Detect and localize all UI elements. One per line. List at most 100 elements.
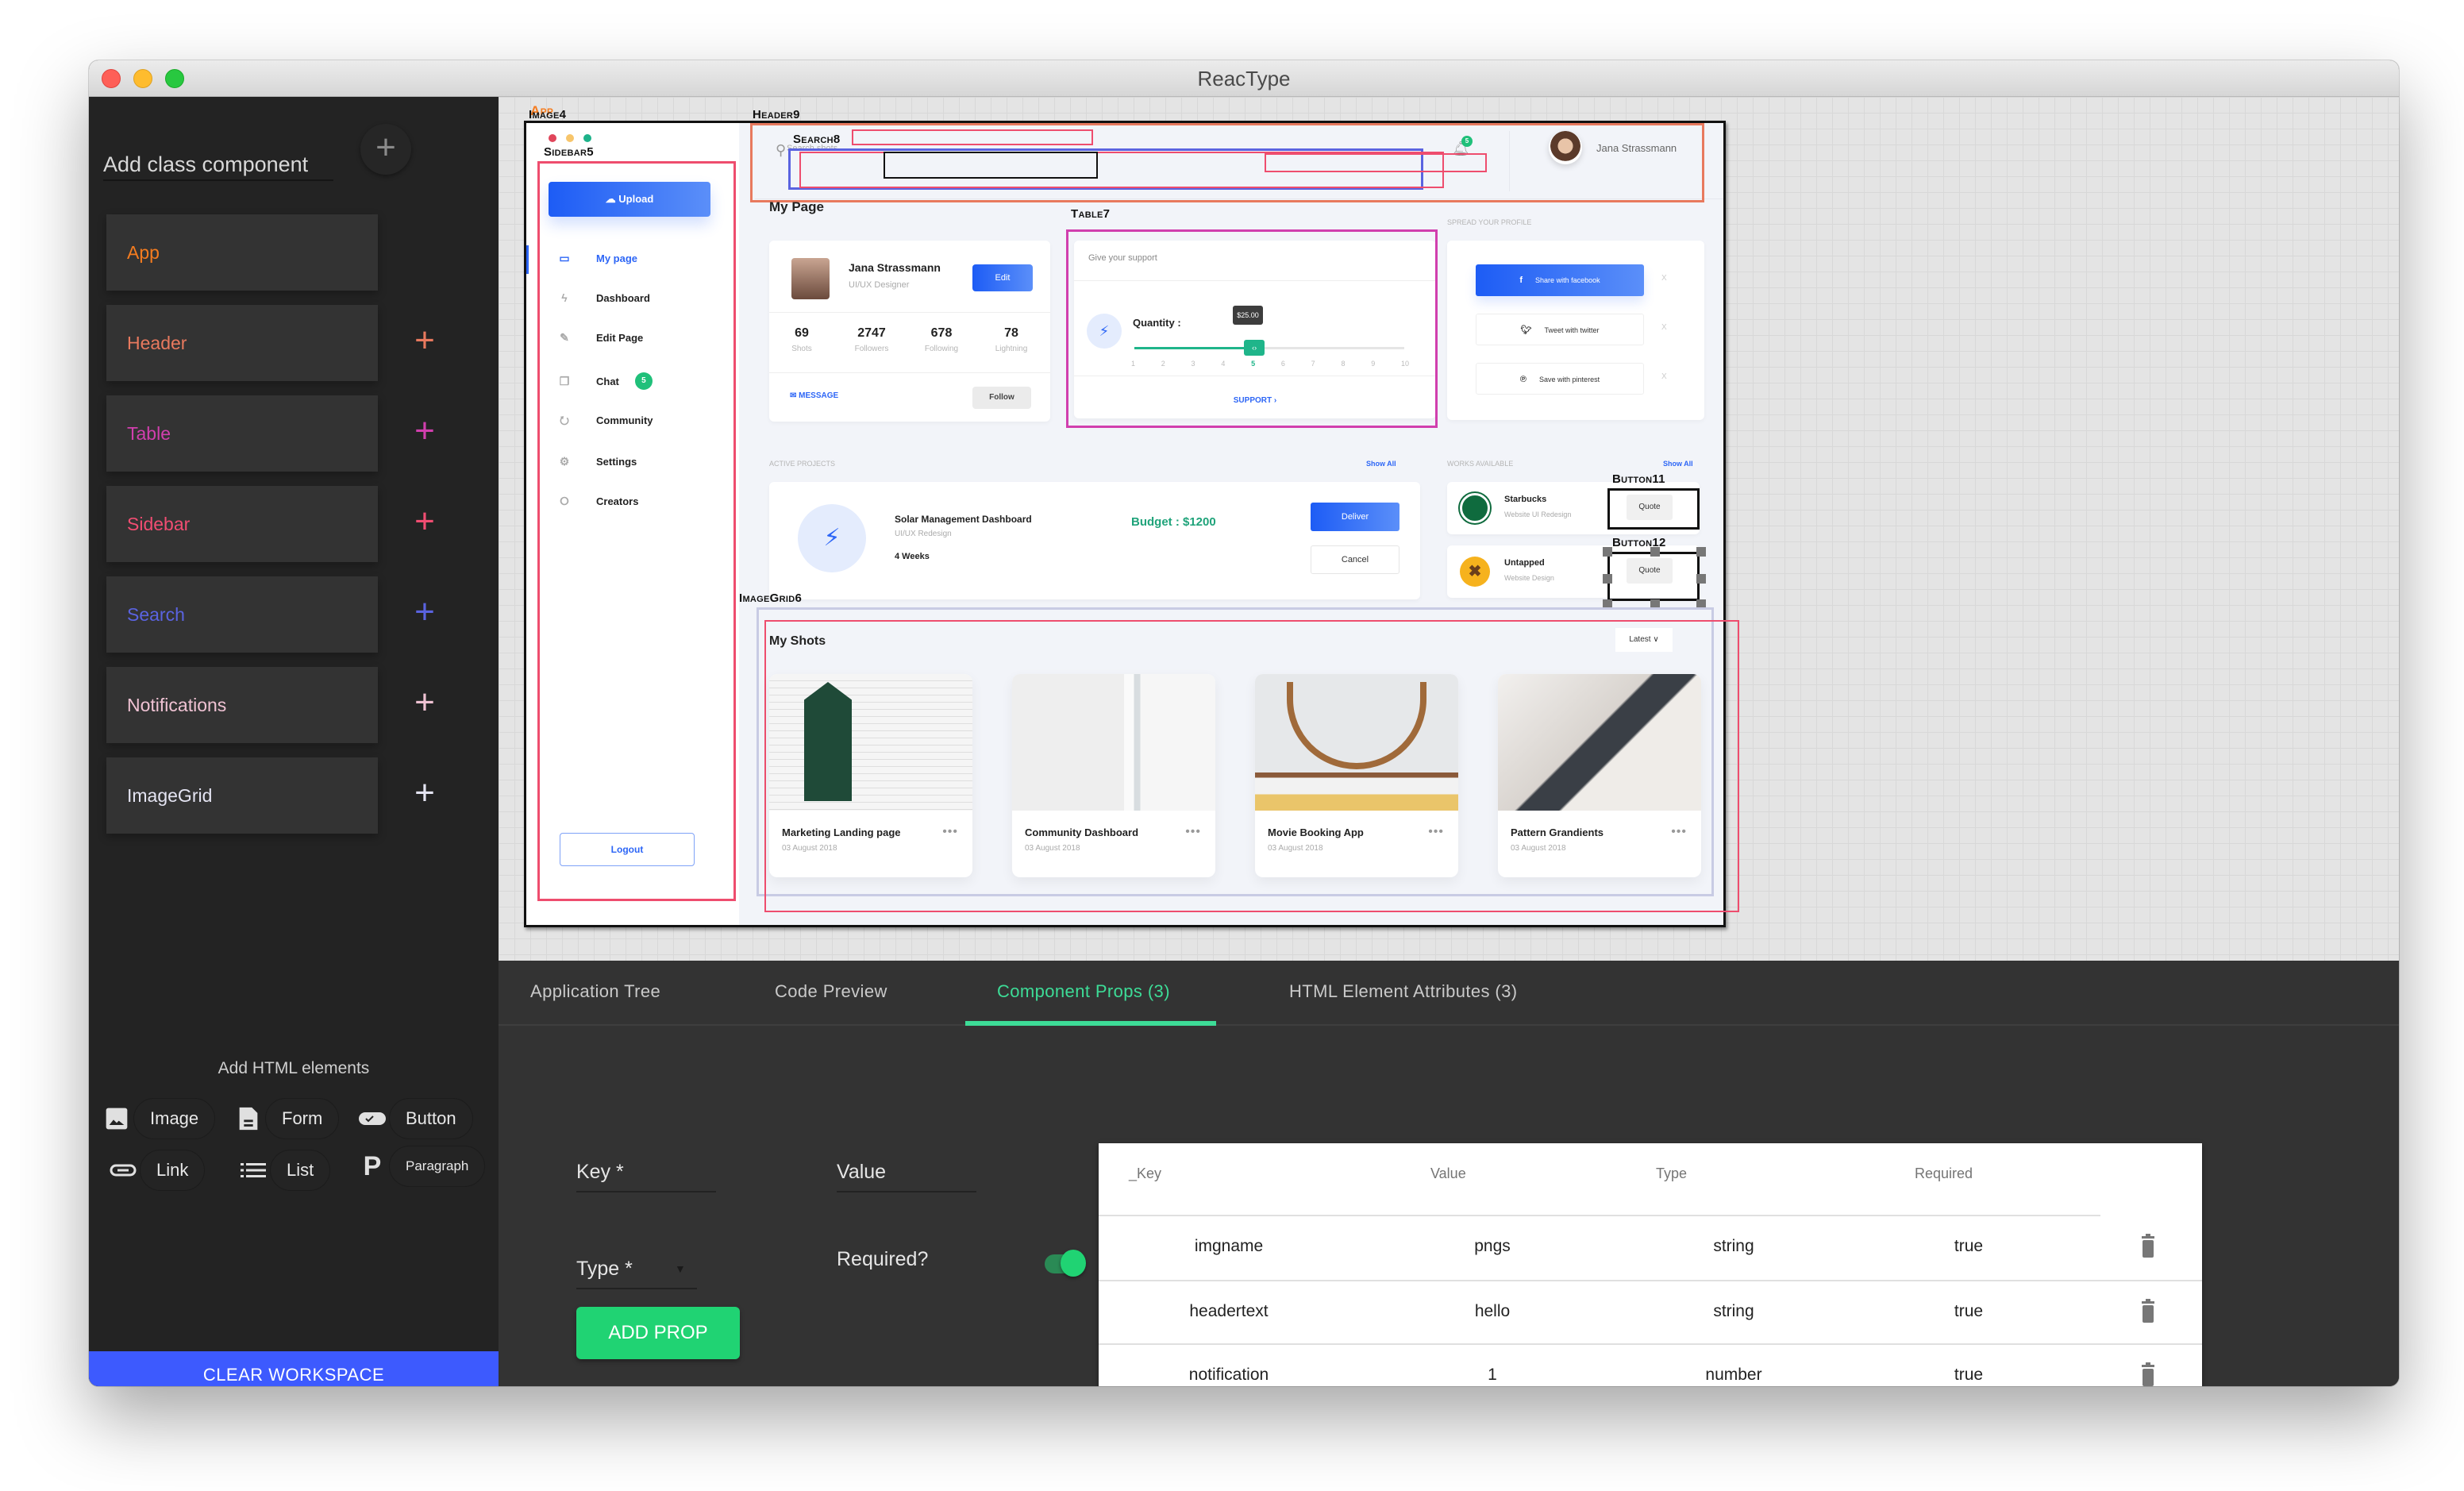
work-name: Untapped (1504, 558, 1545, 568)
component-item-header[interactable]: Header (106, 305, 378, 381)
spread-facebook-button[interactable]: f Share with facebook (1476, 264, 1644, 296)
spread-twitter-button[interactable]: 🐦︎ Tweet with twitter (1476, 314, 1644, 345)
shot-image (1012, 674, 1215, 811)
props-table-row: headertext hello string true (1099, 1280, 2202, 1343)
props-table-row: imgname pngs string true (1099, 1216, 2202, 1280)
list-icon (240, 1157, 267, 1184)
add-class-component-button[interactable]: + (360, 124, 411, 175)
dropdown-arrow-icon: ▼ (675, 1262, 686, 1275)
delete-prop-button[interactable] (2140, 1299, 2156, 1323)
html-element-form[interactable]: Form (235, 1097, 340, 1140)
work-subtitle: Website Design (1504, 574, 1554, 582)
resize-handle[interactable] (1650, 547, 1660, 557)
tab-application-tree[interactable]: Application Tree (530, 981, 660, 1002)
component-item-search[interactable]: Search (106, 576, 378, 653)
html-element-paragraph[interactable]: P Paragraph (359, 1145, 486, 1188)
button-chip[interactable]: Button (389, 1098, 473, 1139)
add-component-instance-button[interactable]: + (411, 595, 438, 630)
stat-value: 678 (930, 326, 953, 340)
follow-button[interactable]: Follow (972, 387, 1031, 409)
props-table: _Key Value Type Required imgname pngs stri… (1099, 1143, 2202, 1386)
button12-selection[interactable] (1607, 552, 1700, 601)
tab-component-props[interactable]: Component Props (3) (997, 981, 1170, 1002)
horns (1287, 682, 1426, 769)
html-element-list[interactable]: List (240, 1149, 331, 1192)
html-element-button[interactable]: Button (359, 1097, 473, 1140)
type-select[interactable]: Type * ▼ (576, 1253, 697, 1289)
sort-dropdown[interactable]: Latest ∨ (1615, 628, 1673, 652)
works-show-all[interactable]: Show All (1663, 460, 1693, 468)
close-icon[interactable]: X (1661, 274, 1667, 283)
add-component-instance-button[interactable]: + (411, 414, 438, 449)
shot-date: 03 August 2018 (782, 844, 837, 853)
resize-handle[interactable] (1603, 547, 1612, 557)
link-icon (110, 1157, 137, 1184)
component-item-table[interactable]: Table (106, 395, 378, 472)
close-icon[interactable]: X (1661, 323, 1667, 332)
twitter-icon: 🐦︎ (1520, 326, 1532, 335)
shot-card[interactable]: Community Dashboard 03 August 2018 ••• (1012, 674, 1215, 877)
spread-pinterest-button[interactable]: ℗ Save with pinterest (1476, 363, 1644, 395)
message-link[interactable]: ✉ MESSAGE (790, 391, 838, 400)
add-component-instance-button[interactable]: + (411, 504, 438, 539)
mock-dot-red (549, 134, 556, 142)
button11-outline (1607, 488, 1700, 530)
value-input[interactable]: Value (837, 1156, 976, 1192)
component-item-sidebar[interactable]: Sidebar (106, 486, 378, 562)
add-component-instance-button[interactable]: + (411, 685, 438, 720)
resize-handle[interactable] (1696, 547, 1706, 557)
component-name: Notifications (127, 695, 227, 715)
list-chip[interactable]: List (270, 1150, 331, 1191)
spread-label: Save with pinterest (1539, 376, 1600, 383)
key-input[interactable]: Key * (576, 1156, 716, 1192)
component-item-imagegrid[interactable]: ImageGrid (106, 757, 378, 834)
shot-card[interactable]: Movie Booking App 03 August 2018 ••• (1255, 674, 1458, 877)
shot-title: Community Dashboard (1025, 826, 1139, 838)
add-prop-button[interactable]: ADD PROP (576, 1307, 740, 1359)
link-chip[interactable]: Link (140, 1150, 206, 1191)
more-options-icon[interactable]: ••• (1428, 825, 1444, 839)
app-mockup[interactable]: Sidebar5 ☁ Upload ▭ My page ϟ Dashboard ✎ Edi… (524, 121, 1739, 927)
add-html-elements-title: Add HTML elements (218, 1059, 370, 1077)
deliver-button[interactable]: Deliver (1311, 503, 1399, 531)
project-subtitle: UI/UX Redesign (895, 530, 952, 538)
cell-required: true (1954, 1302, 1984, 1320)
active-nav-indicator (526, 245, 529, 274)
component-name: App (127, 242, 160, 263)
more-options-icon[interactable]: ••• (1671, 825, 1687, 839)
tab-html-element-attributes[interactable]: HTML Element Attributes (3) (1289, 981, 1518, 1002)
cancel-button[interactable]: Cancel (1311, 545, 1399, 574)
table7-label: Table7 (1071, 207, 1111, 221)
shot-card[interactable]: Pattern Grandients 03 August 2018 ••• (1498, 674, 1701, 877)
component-item-app[interactable]: App (106, 214, 378, 291)
more-options-icon[interactable]: ••• (1185, 825, 1201, 839)
paragraph-chip[interactable]: Paragraph (389, 1146, 486, 1187)
profile-role: UI/UX Designer (849, 280, 910, 290)
resize-handle[interactable] (1696, 574, 1706, 584)
profile-edit-button[interactable]: Edit (972, 264, 1033, 291)
my-shots-title: My Shots (769, 634, 826, 648)
delete-prop-button[interactable] (2140, 1362, 2156, 1386)
clear-workspace-button[interactable]: CLEAR WORKSPACE (89, 1351, 499, 1386)
design-canvas[interactable]: App Image4 Header9 Sidebar5 ☁ Upload ▭ My… (499, 97, 2399, 961)
starbucks-logo (1460, 493, 1490, 523)
active-projects-show-all[interactable]: Show All (1366, 460, 1396, 468)
html-element-image[interactable]: Image (103, 1097, 216, 1140)
add-component-instance-button[interactable]: + (411, 776, 438, 811)
add-class-component-input[interactable]: Add class component (103, 148, 333, 181)
resize-handle[interactable] (1603, 574, 1612, 584)
tab-code-preview[interactable]: Code Preview (775, 981, 887, 1002)
image-chip[interactable]: Image (133, 1098, 216, 1139)
component-item-notifications[interactable]: Notifications (106, 667, 378, 743)
html-element-link[interactable]: Link (110, 1149, 206, 1192)
cell-value: pngs (1474, 1237, 1511, 1255)
form-chip[interactable]: Form (265, 1098, 340, 1139)
delete-prop-button[interactable] (2140, 1234, 2156, 1258)
add-component-instance-button[interactable]: + (411, 323, 438, 358)
close-icon[interactable]: X (1661, 372, 1667, 381)
more-options-icon[interactable]: ••• (942, 825, 958, 839)
shot-card[interactable]: Marketing Landing page 03 August 2018 ••• (769, 674, 972, 877)
required-label: Required? (837, 1248, 929, 1270)
required-toggle[interactable] (1041, 1250, 1086, 1277)
work-name: Starbucks (1504, 495, 1547, 504)
